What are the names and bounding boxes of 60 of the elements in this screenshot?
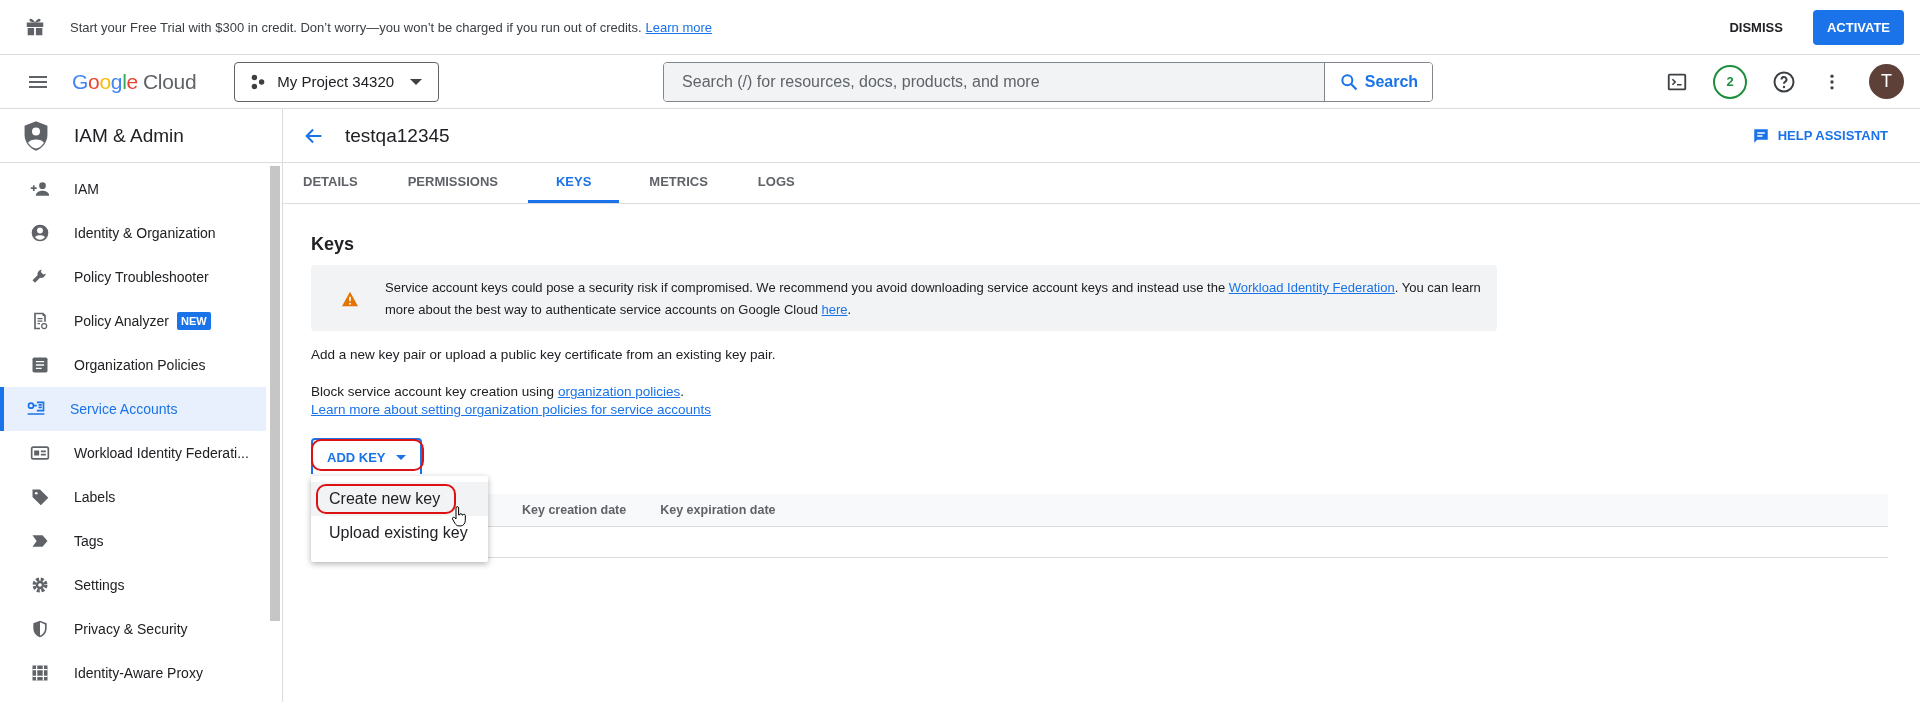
help-assistant-button[interactable]: HELP ASSISTANT [1745,125,1894,146]
help-icon[interactable] [1772,69,1796,94]
grid-icon [30,663,50,683]
search-icon [1338,71,1359,92]
caret-icon [395,454,406,460]
tab[interactable]: DETAILS [283,163,378,203]
logo[interactable]: Google Cloud [72,69,197,94]
warning-icon [341,291,359,307]
section-heading: Keys [311,234,356,255]
shield-icon [30,619,50,639]
tab[interactable]: PERMISSIONS [387,163,518,203]
person-add-icon [30,179,50,199]
sidebar-item[interactable]: Service Accounts [0,387,266,431]
person-icon [30,223,50,243]
chat-icon [1751,126,1770,145]
page-title: testqa12345 [345,124,450,147]
scrollbar[interactable] [270,166,280,621]
notification-count[interactable]: 2 [1713,64,1747,99]
caret-icon [410,78,423,85]
sidebar-item[interactable]: Workload Identity Federati... [0,431,266,475]
column-header: Key creation date [522,503,627,517]
shield-icon [22,119,50,152]
sidebar-item[interactable]: Settings [0,563,266,607]
warning-text: Service account keys could pose a security risk if compromised. We recommend you avoid downloading service account keys and instead use the Workload Identity Federation. You can learn more about the best way to authenticate service accounts on Google Cloud here. [385,279,1481,319]
inline-link[interactable]: here [821,302,848,317]
tag-icon [30,487,50,507]
tab[interactable]: LOGS [737,163,815,203]
menu-item[interactable]: Create new key [311,482,488,516]
sidebar-item[interactable]: Labels [0,475,266,519]
tab[interactable]: METRICS [629,163,728,203]
id-card-icon [30,443,50,463]
sidebar-item[interactable]: Tags [0,519,266,563]
project-selector[interactable]: My Project 34320 [234,61,440,102]
sidebar-item[interactable]: IAM [0,167,266,211]
sidebar-item[interactable]: Privacy & Security [0,607,266,651]
gift-icon [24,16,46,38]
sidebar-item[interactable]: Policy Analyzer NEW [0,299,266,343]
intro-text: Add a new key pair or upload a public key certificate from an existing key pair. [311,347,777,362]
menu-item[interactable]: Upload existing key [311,516,488,550]
trial-message: Start your Free Trial with $300 in credit. Don’t worry—you won’t be charged if you run out of credits. [70,19,642,35]
learn-more-link[interactable]: Learn more about setting organization policies for service accounts [311,402,711,417]
search-field[interactable]: Search (/) for resources, docs, products, and more [664,62,1325,101]
document-icon [30,355,50,375]
inline-link[interactable]: Workload Identity Federation [1228,280,1395,295]
gear-icon [30,575,50,595]
sidebar-item[interactable]: Identity-Aware Proxy [0,651,266,695]
learn-more-link[interactable]: Learn more [645,19,713,35]
sidebar-item[interactable]: Organization Policies [0,343,266,387]
column-header: Key expiration date [660,503,776,517]
sidebar-item[interactable]: Policy Troubleshooter [0,255,266,299]
add-key-button[interactable]: ADD KEY [311,438,422,474]
policy-text: Block service account key creation using organization policies. [311,384,685,399]
activate-button[interactable]: ACTIVATE [1812,9,1904,45]
sidebar-item[interactable]: Identity & Organization [0,211,266,255]
avatar[interactable]: T [1869,64,1904,99]
hand-cursor-icon [451,506,467,528]
new-badge: NEW [176,312,211,330]
section-title: IAM & Admin [74,124,184,147]
dismiss-button[interactable]: DISMISS [1721,11,1791,43]
tab[interactable]: KEYS [527,163,620,203]
